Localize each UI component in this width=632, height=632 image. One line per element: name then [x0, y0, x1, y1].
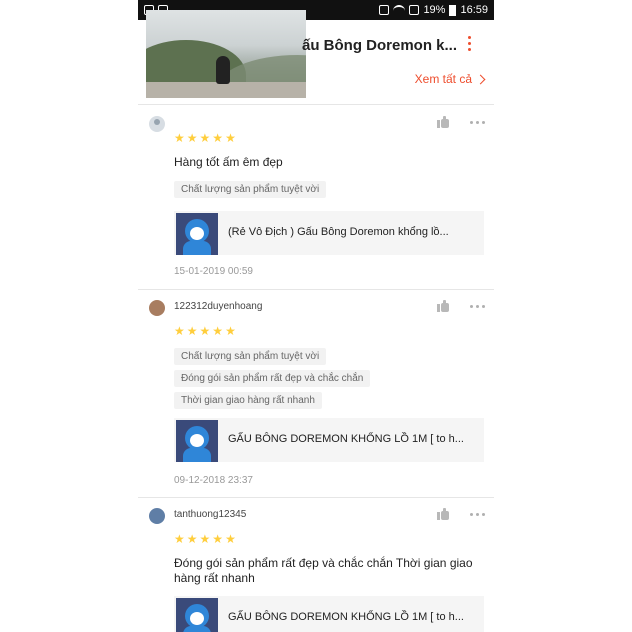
see-all-label: Xem tất cả	[414, 72, 472, 86]
star-icon: ★	[212, 131, 224, 145]
review-content: Hàng tốt ấm êm đẹp	[174, 155, 283, 169]
chevron-right-icon	[475, 74, 486, 84]
more-options-icon[interactable]	[468, 36, 472, 54]
review-tags: Chất lượng sản phẩm tuyệt vời	[174, 181, 327, 198]
star-icon: ★	[225, 131, 236, 145]
review-date: 09-12-2018 23:37	[174, 475, 253, 486]
star-icon: ★	[186, 324, 198, 338]
wifi-icon	[393, 5, 406, 15]
review-item: tanthuong12345 ★ ★ ★ ★ ★ Đóng gói sản ph…	[138, 498, 494, 632]
review-username: tanthuong12345	[174, 509, 247, 520]
review-tag: Chất lượng sản phẩm tuyệt vời	[174, 181, 327, 198]
review-tag: Đóng gói sản phẩm rất đẹp và chắc chắn	[174, 370, 371, 387]
avatar[interactable]	[149, 116, 165, 132]
product-thumbnail	[176, 213, 218, 255]
product-thumbnail	[176, 598, 218, 632]
star-icon: ★	[174, 324, 185, 338]
star-icon: ★	[212, 532, 224, 546]
product-name: (Rẻ Vô Địch ) Gấu Bông Doremon khổng lồ.…	[228, 226, 449, 238]
star-icon: ★	[212, 324, 224, 338]
signal-icon	[409, 5, 420, 15]
review-username: 122312duyenhoang	[174, 301, 263, 312]
battery-icon	[449, 4, 457, 16]
more-icon[interactable]	[470, 121, 485, 124]
star-icon: ★	[199, 324, 211, 338]
like-icon[interactable]	[437, 508, 449, 520]
star-rating: ★ ★ ★ ★ ★	[174, 325, 236, 337]
star-icon: ★	[225, 532, 236, 546]
star-rating: ★ ★ ★ ★ ★	[174, 533, 236, 545]
phone-screen: 19% 16:59 ấu Bông Doremon k... Xem tất c…	[138, 0, 494, 632]
more-icon[interactable]	[470, 513, 485, 516]
product-name: GẤU BÔNG DOREMON KHỔNG LỒ 1M [ to h...	[228, 433, 464, 445]
star-icon: ★	[186, 532, 198, 546]
avatar[interactable]	[149, 300, 165, 316]
product-card[interactable]: (Rẻ Vô Địch ) Gấu Bông Doremon khổng lồ.…	[174, 211, 484, 255]
star-icon: ★	[199, 131, 211, 145]
review-item: ★ ★ ★ ★ ★ Hàng tốt ấm êm đẹp Chất lượng …	[138, 106, 494, 290]
review-date: 15-01-2019 00:59	[174, 266, 253, 277]
product-name: GẤU BÔNG DOREMON KHỔNG LỒ 1M [ to h...	[228, 611, 464, 623]
review-tag: Chất lượng sản phẩm tuyệt vời	[174, 348, 327, 365]
product-title: ấu Bông Doremon k...	[302, 37, 458, 54]
avatar[interactable]	[149, 508, 165, 524]
product-card[interactable]: GẤU BÔNG DOREMON KHỔNG LỒ 1M [ to h...	[174, 418, 484, 462]
star-icon: ★	[225, 324, 236, 338]
like-icon[interactable]	[437, 300, 449, 312]
like-icon[interactable]	[437, 116, 449, 128]
star-icon: ★	[174, 532, 185, 546]
review-content: Đóng gói sản phẩm rất đẹp và chắc chắn T…	[174, 556, 473, 585]
product-card[interactable]: GẤU BÔNG DOREMON KHỔNG LỒ 1M [ to h...	[174, 596, 484, 632]
battery-percent: 19%	[423, 4, 446, 16]
review-item: 122312duyenhoang ★ ★ ★ ★ ★ Chất lượng sả…	[138, 290, 494, 498]
product-thumbnail	[176, 420, 218, 462]
star-icon: ★	[186, 131, 198, 145]
star-icon: ★	[199, 532, 211, 546]
more-icon[interactable]	[470, 305, 485, 308]
overlay-photo	[146, 10, 306, 98]
alarm-icon	[379, 5, 390, 15]
star-icon: ★	[174, 131, 185, 145]
review-tag: Thời gian giao hàng rất nhanh	[174, 392, 322, 409]
page-header: ấu Bông Doremon k... Xem tất cả	[138, 10, 494, 105]
star-rating: ★ ★ ★ ★ ★	[174, 132, 236, 144]
see-all-link[interactable]: Xem tất cả	[414, 72, 486, 86]
review-tags: Chất lượng sản phẩm tuyệt vời Đóng gói s…	[174, 348, 371, 409]
clock: 16:59	[460, 4, 488, 16]
